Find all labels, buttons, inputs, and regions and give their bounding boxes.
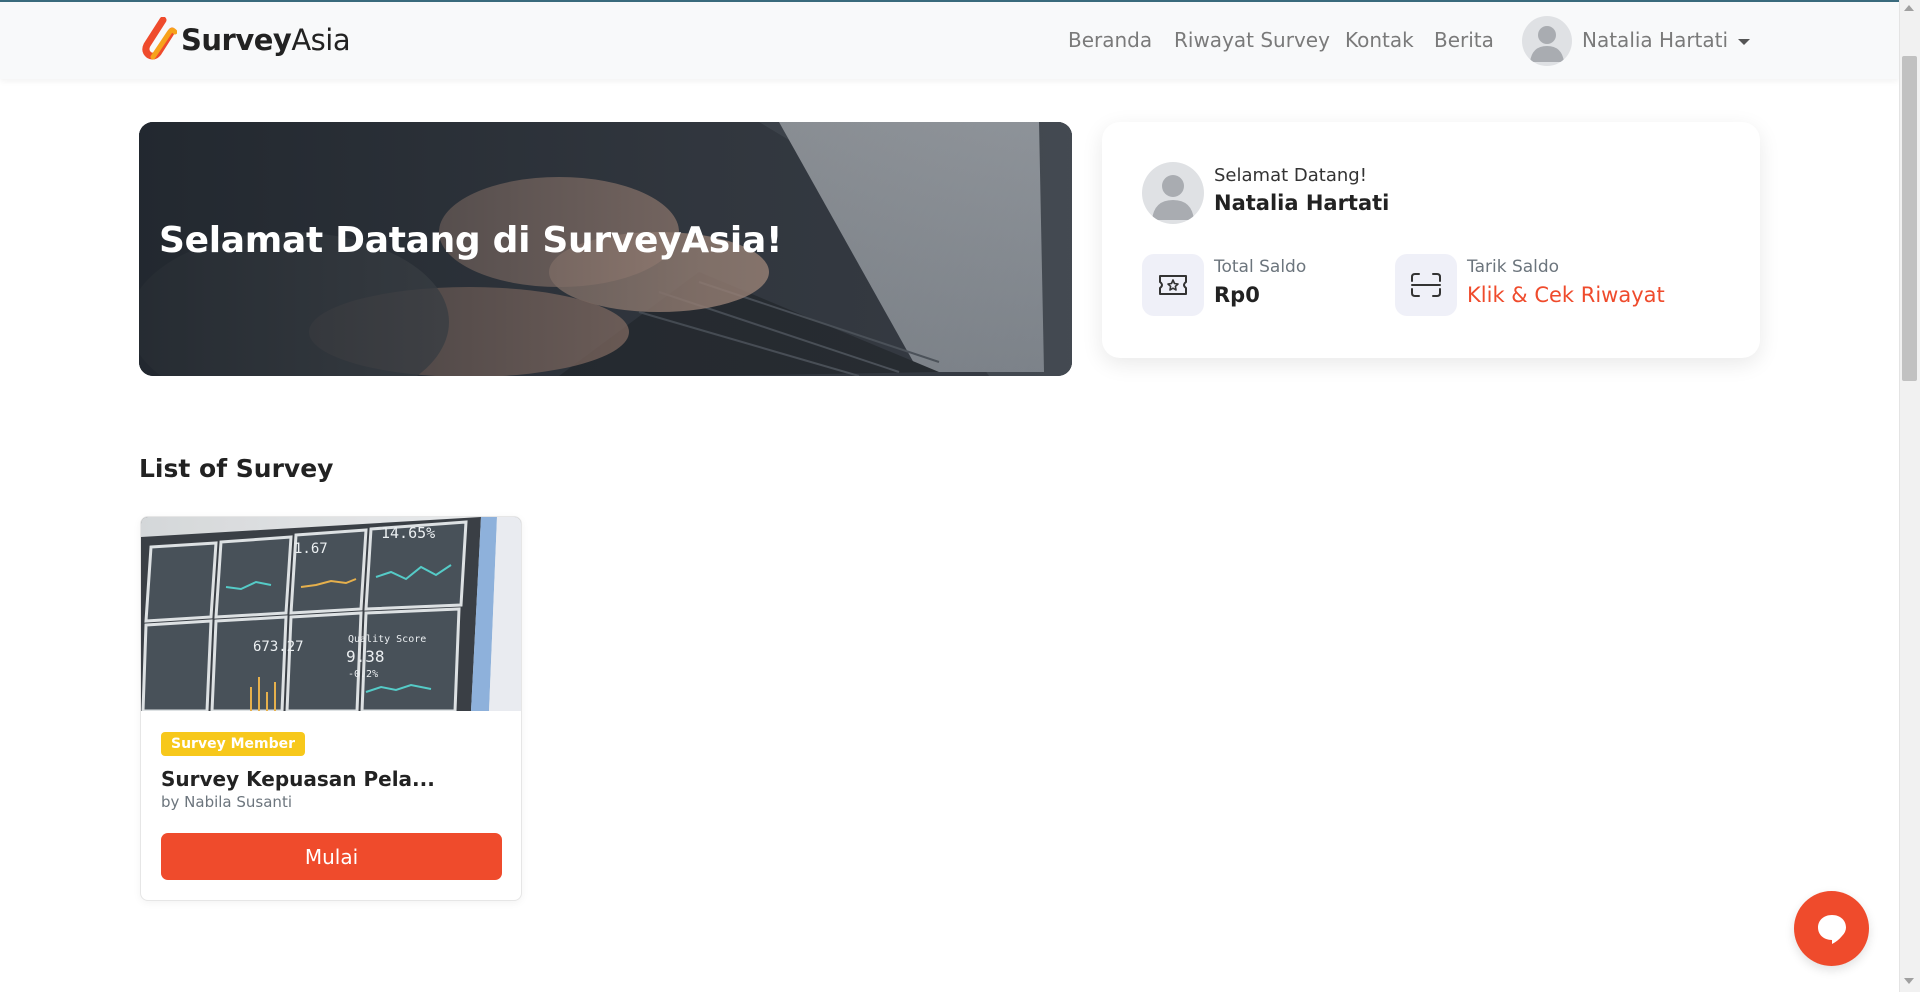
user-avatar-icon[interactable] — [1522, 16, 1572, 66]
user-menu-name[interactable]: Natalia Hartati — [1582, 28, 1728, 52]
nav-link-berita[interactable]: Berita — [1434, 28, 1494, 52]
nav-link-riwayat-survey[interactable]: Riwayat Survey — [1174, 28, 1330, 52]
nav-link-beranda[interactable]: Beranda — [1068, 28, 1152, 52]
welcome-card: Selamat Datang! Natalia Hartati Total Sa… — [1102, 122, 1760, 358]
total-saldo-label: Total Saldo — [1214, 257, 1307, 277]
scroll-up-arrow-icon[interactable] — [1904, 5, 1914, 11]
logo-text: SurveyAsia — [181, 22, 351, 57]
hero-banner: Selamat Datang di SurveyAsia! — [139, 122, 1072, 376]
hero-title: Selamat Datang di SurveyAsia! — [159, 220, 783, 261]
survey-type-badge: Survey Member — [161, 732, 306, 756]
caret-down-icon[interactable] — [1738, 39, 1750, 45]
top-navbar: SurveyAsia Beranda Riwayat Survey Kontak… — [0, 2, 1899, 79]
scroll-down-arrow-icon[interactable] — [1904, 978, 1914, 984]
user-avatar-icon — [1142, 162, 1204, 224]
survey-title: Survey Kepuasan Pela... — [161, 767, 435, 791]
ticket-icon — [1142, 254, 1204, 316]
logo-mark-icon — [142, 17, 177, 60]
survey-card[interactable]: 1.67 14.65% 673.27 Quality Score 9.38 -0… — [140, 516, 522, 901]
withdraw-history-link[interactable]: Klik & Cek Riwayat — [1467, 283, 1665, 307]
scan-icon[interactable] — [1395, 254, 1457, 316]
welcome-greeting: Selamat Datang! — [1214, 165, 1367, 186]
tarik-saldo-label: Tarik Saldo — [1467, 257, 1560, 277]
survey-author: by Nabila Susanti — [161, 793, 292, 811]
chat-bubble-icon[interactable] — [1794, 891, 1869, 966]
scrollbar-thumb[interactable] — [1902, 56, 1917, 381]
section-title: List of Survey — [139, 454, 334, 483]
welcome-user-name: Natalia Hartati — [1214, 191, 1390, 215]
survey-thumbnail-image: 1.67 14.65% 673.27 Quality Score 9.38 -0… — [141, 517, 521, 711]
total-saldo-value: Rp0 — [1214, 283, 1260, 307]
nav-link-kontak[interactable]: Kontak — [1345, 28, 1414, 52]
brand-logo[interactable]: SurveyAsia — [139, 17, 351, 62]
start-survey-button[interactable]: Mulai — [161, 833, 502, 880]
